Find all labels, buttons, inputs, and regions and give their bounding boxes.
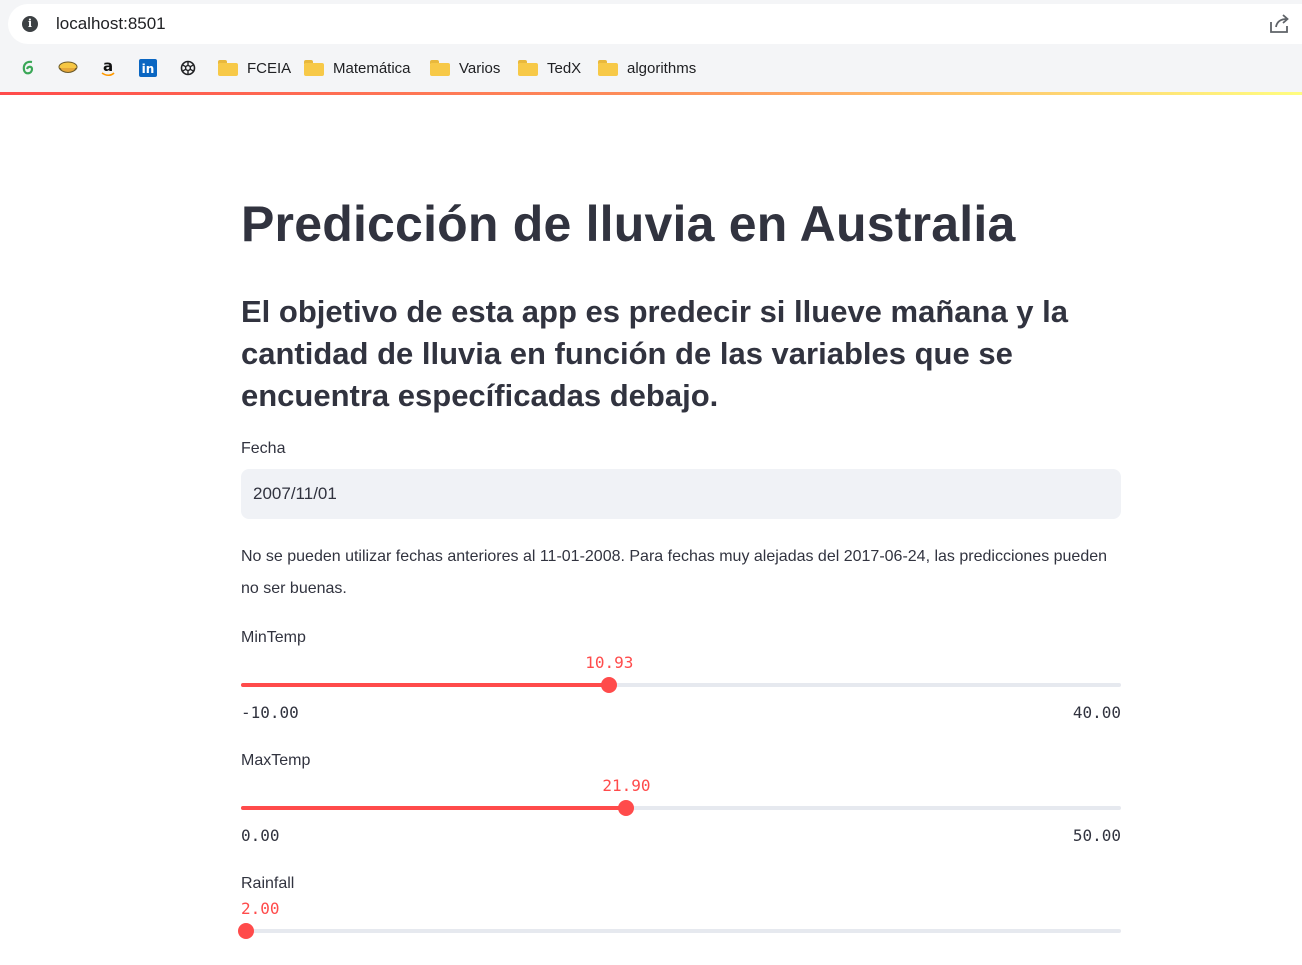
slider-track[interactable] bbox=[237, 923, 1121, 939]
slider-track[interactable] bbox=[241, 800, 1121, 816]
linkedin-icon[interactable]: in bbox=[138, 58, 158, 78]
site-info-icon[interactable]: i bbox=[22, 16, 38, 32]
slider-value: 2.00 bbox=[241, 899, 280, 918]
slider-rainfall: Rainfall 2.00 bbox=[237, 875, 1121, 965]
date-input[interactable] bbox=[241, 469, 1121, 519]
bookmark-folder-algorithms[interactable]: algorithms bbox=[598, 58, 696, 78]
openai-icon[interactable] bbox=[178, 58, 198, 78]
folder-icon bbox=[518, 60, 538, 76]
bookmark-folder-matematica[interactable]: Matemática bbox=[304, 58, 411, 78]
slider-mintemp: MinTemp 10.93 -10.00 40.00 bbox=[241, 629, 1121, 722]
page-title: Predicción de lluvia en Australia bbox=[241, 196, 1016, 252]
slider-min: 0.00 bbox=[241, 826, 280, 845]
slider-thumb[interactable] bbox=[618, 800, 635, 816]
slider-label: MinTemp bbox=[241, 629, 306, 646]
date-label: Fecha bbox=[241, 440, 286, 457]
slider-track[interactable] bbox=[241, 677, 1121, 693]
slider-label: Rainfall bbox=[241, 875, 295, 892]
slider-value: 10.93 bbox=[585, 653, 634, 672]
green-swirl-icon[interactable] bbox=[18, 58, 38, 78]
browser-chrome: i localhost:8501 a in FCEIA Matemática V… bbox=[0, 0, 1302, 94]
url-text[interactable]: localhost:8501 bbox=[56, 14, 166, 34]
bookmark-label: Varios bbox=[459, 59, 501, 77]
address-bar[interactable]: i localhost:8501 bbox=[8, 4, 1302, 44]
bookmarks-bar: a in FCEIA Matemática Varios TedX algori… bbox=[0, 50, 1302, 86]
bookmark-folder-varios[interactable]: Varios bbox=[430, 58, 500, 78]
folder-icon bbox=[598, 60, 618, 76]
folder-icon bbox=[430, 60, 450, 76]
folder-icon bbox=[304, 60, 324, 76]
bookmark-label: FCEIA bbox=[247, 59, 292, 77]
slider-fill bbox=[241, 806, 627, 810]
bookmark-folder-tedx[interactable]: TedX bbox=[518, 58, 581, 78]
folder-icon bbox=[218, 60, 238, 76]
streamlit-decoration-bar bbox=[0, 92, 1302, 95]
slider-thumb[interactable] bbox=[237, 923, 254, 939]
slider-max: 40.00 bbox=[1072, 703, 1121, 722]
bookmark-label: algorithms bbox=[627, 59, 697, 77]
share-icon[interactable] bbox=[1268, 14, 1290, 34]
svg-text:a: a bbox=[103, 58, 113, 75]
slider-value: 21.90 bbox=[602, 776, 651, 795]
amazon-icon[interactable]: a bbox=[98, 58, 118, 78]
svg-text:in: in bbox=[142, 62, 155, 76]
slider-thumb[interactable] bbox=[601, 677, 618, 693]
slider-fill bbox=[241, 683, 610, 687]
bookmark-folder-fceia[interactable]: FCEIA bbox=[218, 58, 291, 78]
date-note: No se pueden utilizar fechas anteriores … bbox=[241, 548, 1108, 597]
slider-max: 50.00 bbox=[1072, 826, 1121, 845]
slider-min: -10.00 bbox=[241, 703, 299, 722]
bookmark-label: Matemática bbox=[333, 59, 411, 77]
bowl-icon[interactable] bbox=[58, 58, 78, 78]
slider-label: MaxTemp bbox=[241, 752, 311, 769]
page-subtitle: El objetivo de esta app es predecir si l… bbox=[241, 294, 1069, 413]
slider-maxtemp: MaxTemp 21.90 0.00 50.00 bbox=[241, 752, 1121, 845]
bookmark-label: TedX bbox=[547, 59, 582, 77]
